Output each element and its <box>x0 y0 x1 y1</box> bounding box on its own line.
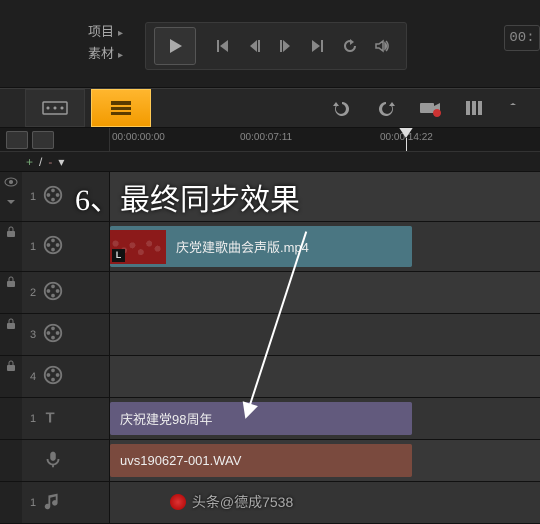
track-header[interactable]: 1 <box>22 482 110 523</box>
track-lane[interactable] <box>110 314 540 355</box>
undo-button[interactable] <box>320 89 364 127</box>
track-lane[interactable]: uvs190627-001.WAV <box>110 440 540 481</box>
go-start-button[interactable] <box>208 32 236 60</box>
ruler-time-0: 00:00:00:00 <box>112 132 165 143</box>
track-lane[interactable]: L 庆党建歌曲会声版.mp4 <box>110 222 540 271</box>
add-track-button[interactable]: + <box>26 155 33 169</box>
overlay-track-1: 1 L 庆党建歌曲会声版.mp4 <box>0 222 540 272</box>
watermark-logo <box>170 494 186 510</box>
track-lane[interactable]: 庆祝建党98周年 <box>110 398 540 439</box>
track-dropdown[interactable]: ▾ <box>58 155 64 169</box>
preview-mode-labels: 项目 素材 <box>88 22 123 66</box>
overlay-track-3: 3 <box>0 314 540 356</box>
top-toolbar: 项目 素材 00: <box>0 0 540 88</box>
step-back-button[interactable] <box>240 32 268 60</box>
track-lane[interactable] <box>110 272 540 313</box>
clip-thumbnail: L <box>110 230 166 264</box>
timeline-ruler[interactable]: 00:00:00:00 00:00:07:11 00:00:14:22 <box>110 128 540 151</box>
track-lane[interactable] <box>110 356 540 397</box>
ruler-list-btn[interactable] <box>32 131 54 149</box>
audio-clip[interactable]: uvs190627-001.WAV <box>110 444 412 477</box>
mixer-button[interactable] <box>452 89 496 127</box>
voice-track-1: · uvs190627-001.WAV <box>0 440 540 482</box>
ruler-time-1: 00:00:07:11 <box>240 132 292 143</box>
timeline-toolbar <box>0 88 540 128</box>
track-header[interactable]: 3 <box>22 314 110 355</box>
film-icon <box>42 234 64 259</box>
lock-icon[interactable] <box>0 356 22 376</box>
playhead[interactable] <box>406 128 414 151</box>
film-icon <box>42 280 64 305</box>
track-header[interactable]: 1 <box>22 222 110 271</box>
ruler-storyboard-btn[interactable] <box>6 131 28 149</box>
play-button[interactable] <box>154 27 196 65</box>
film-icon <box>42 364 64 389</box>
track-settings-row: + / - ▾ <box>0 152 540 172</box>
mic-icon <box>42 448 64 473</box>
record-button[interactable] <box>408 89 452 127</box>
clip-label: 庆党建歌曲会声版.mp4 <box>176 237 309 256</box>
eye-icon[interactable] <box>0 172 22 192</box>
lock-icon[interactable] <box>0 222 22 242</box>
divider: / <box>39 155 42 169</box>
track-header[interactable]: 4 <box>22 356 110 397</box>
title-icon: T <box>42 406 64 431</box>
svg-text:T: T <box>46 411 55 427</box>
source-label[interactable]: 素材 <box>88 44 123 66</box>
watermark-text: 头条@德成7538 <box>192 494 293 510</box>
title-track-1: 1 T 庆祝建党98周年 <box>0 398 540 440</box>
ruler-controls <box>0 128 110 152</box>
clip-label: 庆祝建党98周年 <box>120 409 212 428</box>
timeline-tracks: 1 1 L 庆党建歌曲会声版.mp4 2 3 <box>0 172 540 524</box>
film-icon <box>42 184 64 209</box>
timeline-view-tab[interactable] <box>91 89 151 127</box>
watermark: 头条@德成7538 <box>170 492 293 512</box>
loop-button[interactable] <box>336 32 364 60</box>
transport-controls <box>145 22 407 70</box>
chapter-button[interactable] <box>496 89 540 127</box>
l-badge: L <box>112 249 125 262</box>
music-icon <box>42 490 64 515</box>
storyboard-view-tab[interactable] <box>25 89 85 127</box>
track-header[interactable]: 2 <box>22 272 110 313</box>
track-lane[interactable] <box>110 172 540 221</box>
step-forward-button[interactable] <box>272 32 300 60</box>
clip-label: uvs190627-001.WAV <box>120 453 241 468</box>
film-icon <box>42 322 64 347</box>
go-end-button[interactable] <box>304 32 332 60</box>
timeline-ruler-bar: 00:00:00:00 00:00:07:11 00:00:14:22 <box>0 128 540 152</box>
lock-icon[interactable] <box>0 314 22 334</box>
overlay-track-2: 2 <box>0 272 540 314</box>
redo-button[interactable] <box>364 89 408 127</box>
lock-icon[interactable] <box>0 272 22 292</box>
collapse-icon[interactable] <box>0 192 22 212</box>
project-label[interactable]: 项目 <box>88 22 123 44</box>
track-header[interactable]: 1 <box>22 172 110 221</box>
remove-track-button[interactable]: - <box>48 155 52 169</box>
video-clip[interactable]: L 庆党建歌曲会声版.mp4 <box>110 226 412 267</box>
track-side-buttons <box>0 172 22 212</box>
timecode-display[interactable]: 00: <box>504 25 540 51</box>
track-header[interactable]: 1 T <box>22 398 110 439</box>
overlay-track-4: 4 <box>0 356 540 398</box>
track-header[interactable]: · <box>22 440 110 481</box>
video-track-1: 1 <box>0 172 540 222</box>
title-clip[interactable]: 庆祝建党98周年 <box>110 402 412 435</box>
volume-button[interactable] <box>368 32 396 60</box>
